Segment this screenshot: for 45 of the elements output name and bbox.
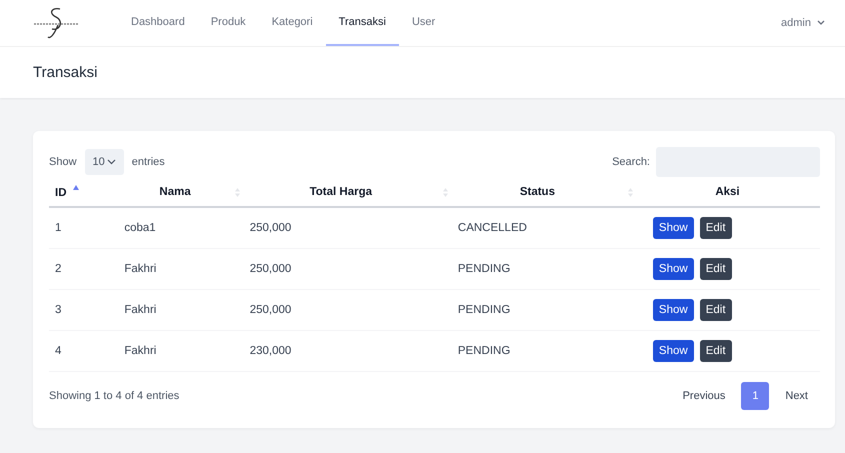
nav-tab[interactable]: User — [398, 0, 448, 46]
nav-tab[interactable]: Kategori — [258, 0, 326, 46]
table-cell: Fakhri — [124, 345, 156, 357]
table-cell: 230,000 — [250, 345, 292, 357]
table-cell: coba1 — [124, 222, 156, 234]
column-header[interactable]: Total Harga — [310, 186, 372, 198]
column-header[interactable]: Aksi — [715, 186, 740, 198]
edit-button[interactable]: Edit — [700, 299, 732, 321]
next-link[interactable]: Next — [773, 383, 820, 409]
table-cell: 2 — [55, 263, 62, 275]
column-header[interactable]: Nama — [159, 186, 191, 198]
edit-button[interactable]: Edit — [700, 258, 732, 280]
table-cell: PENDING — [458, 345, 510, 357]
page-title: Transaksi — [33, 63, 98, 83]
chevron-down-icon — [817, 20, 825, 26]
entries-select[interactable]: 10 — [84, 149, 124, 175]
chevron-down-icon — [106, 159, 116, 165]
column-header[interactable]: ID — [55, 187, 66, 199]
table-cell: 250,000 — [250, 263, 292, 275]
previous-link[interactable]: Previous — [670, 383, 738, 409]
table-cell: PENDING — [458, 263, 510, 275]
table-cell: 4 — [55, 345, 62, 357]
column-header[interactable]: Status — [520, 186, 555, 198]
edit-button[interactable]: Edit — [700, 217, 732, 239]
show-label: Show — [49, 156, 77, 168]
table-info: Showing 1 to 4 of 4 entries — [49, 390, 180, 402]
entries-label: entries — [132, 156, 165, 168]
user-menu[interactable]: admin — [781, 17, 811, 29]
search-label: Search: — [612, 156, 650, 168]
table-cell: 250,000 — [250, 222, 292, 234]
table-cell: 1 — [55, 222, 62, 234]
table-cell: PENDING — [458, 304, 510, 316]
page-button[interactable]: 1 — [741, 382, 770, 410]
nav-tab[interactable]: Produk — [198, 0, 259, 46]
nav-tab[interactable]: Dashboard — [118, 0, 198, 46]
show-button[interactable]: Show — [652, 340, 694, 362]
show-button[interactable]: Show — [652, 258, 694, 280]
table-cell: Fakhri — [124, 263, 156, 275]
show-button[interactable]: Show — [652, 217, 694, 239]
table-cell: 250,000 — [250, 304, 292, 316]
edit-button[interactable]: Edit — [700, 340, 732, 362]
table-cell: Fakhri — [124, 304, 156, 316]
table-cell: 3 — [55, 304, 62, 316]
table-cell: CANCELLED — [458, 222, 527, 234]
show-button[interactable]: Show — [652, 299, 694, 321]
